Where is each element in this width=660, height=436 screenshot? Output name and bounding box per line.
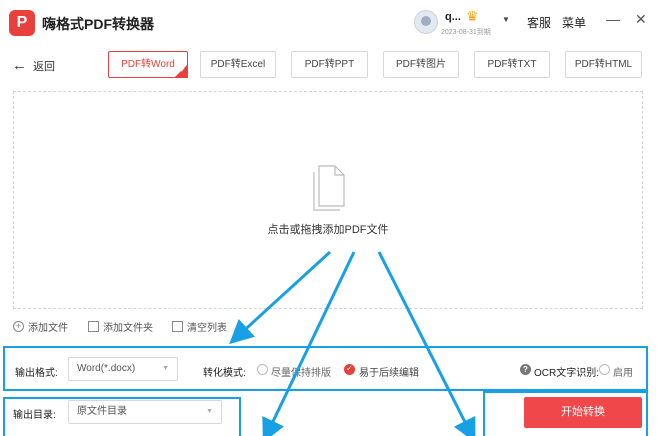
add-file-button[interactable]: + 添加文件 <box>13 319 68 334</box>
output-format-label: 输出格式: <box>15 368 58 379</box>
tab-label: PDF转Excel <box>210 59 266 70</box>
tab-label: PDF转PPT <box>304 59 355 70</box>
output-format-value: Word(*.docx) <box>77 363 136 374</box>
username[interactable]: q... <box>445 11 461 23</box>
back-label: 返回 <box>33 61 55 73</box>
back-arrow-icon: ← <box>12 57 27 74</box>
easy-edit-label[interactable]: 易于后续编辑 <box>359 364 419 379</box>
radio-ocr-enable[interactable] <box>599 364 610 375</box>
output-dir-label: 输出目录: <box>13 410 56 421</box>
ocr-enable-label[interactable]: 启用 <box>613 364 633 379</box>
conversion-mode-label: 转化模式: <box>203 368 246 379</box>
clear-list-button[interactable]: 清空列表 <box>172 319 227 334</box>
title-bar: P 嗨格式PDF转换器 q... ♛ 2023-08-31到期 ▼ 客服 菜单 … <box>0 0 660 44</box>
menu-button[interactable]: 菜单 <box>562 14 586 31</box>
tab-pdf-to-ppt[interactable]: PDF转PPT <box>291 51 368 78</box>
add-folder-label: 添加文件夹 <box>103 323 153 334</box>
document-icon <box>313 165 345 211</box>
avatar[interactable] <box>414 10 438 34</box>
drop-zone-hint[interactable]: 点击或拖拽添加PDF文件 <box>0 221 656 237</box>
tab-label: PDF转HTML <box>574 59 633 70</box>
folder-icon <box>88 321 99 332</box>
plus-icon: + <box>13 321 24 332</box>
help-icon[interactable]: ? <box>520 364 531 375</box>
tab-pdf-to-word[interactable]: PDF转Word <box>108 51 188 78</box>
clear-list-label: 清空列表 <box>187 323 227 334</box>
chevron-down-icon: ▼ <box>206 408 213 415</box>
radio-easy-edit[interactable] <box>344 364 355 375</box>
app-logo: P <box>9 10 35 36</box>
output-format-select[interactable]: Word(*.docx) ▼ <box>68 357 178 381</box>
trash-icon <box>172 321 183 332</box>
minimize-button[interactable]: — <box>606 11 620 27</box>
tab-pdf-to-excel[interactable]: PDF转Excel <box>200 51 276 78</box>
tab-pdf-to-txt[interactable]: PDF转TXT <box>474 51 550 78</box>
crown-icon: ♛ <box>466 8 479 24</box>
app-title: 嗨格式PDF转换器 <box>42 16 154 32</box>
add-folder-button[interactable]: 添加文件夹 <box>88 319 153 334</box>
add-file-label: 添加文件 <box>28 323 68 334</box>
close-button[interactable]: ✕ <box>635 11 647 28</box>
vip-expiry: 2023-08-31到期 <box>441 29 491 36</box>
tab-pdf-to-html[interactable]: PDF转HTML <box>565 51 642 78</box>
chevron-down-icon: ▼ <box>162 365 169 372</box>
output-dir-select[interactable]: 原文件目录 ▼ <box>68 400 222 424</box>
start-convert-button[interactable]: 开始转换 <box>524 397 642 428</box>
tab-label: PDF转图片 <box>396 59 446 70</box>
chevron-down-icon[interactable]: ▼ <box>502 15 510 24</box>
checkmark-icon <box>174 64 188 78</box>
output-dir-value: 原文件目录 <box>77 406 127 417</box>
tab-pdf-to-image[interactable]: PDF转图片 <box>383 51 459 78</box>
ocr-label: OCR文字识别: <box>534 368 599 379</box>
keep-layout-label[interactable]: 尽量保持排版 <box>271 364 331 379</box>
back-button[interactable]: ← 返回 <box>12 58 55 74</box>
radio-keep-layout[interactable] <box>257 364 268 375</box>
tab-label: PDF转TXT <box>487 59 537 70</box>
service-button[interactable]: 客服 <box>527 14 551 31</box>
tab-label: PDF转Word <box>121 59 175 70</box>
